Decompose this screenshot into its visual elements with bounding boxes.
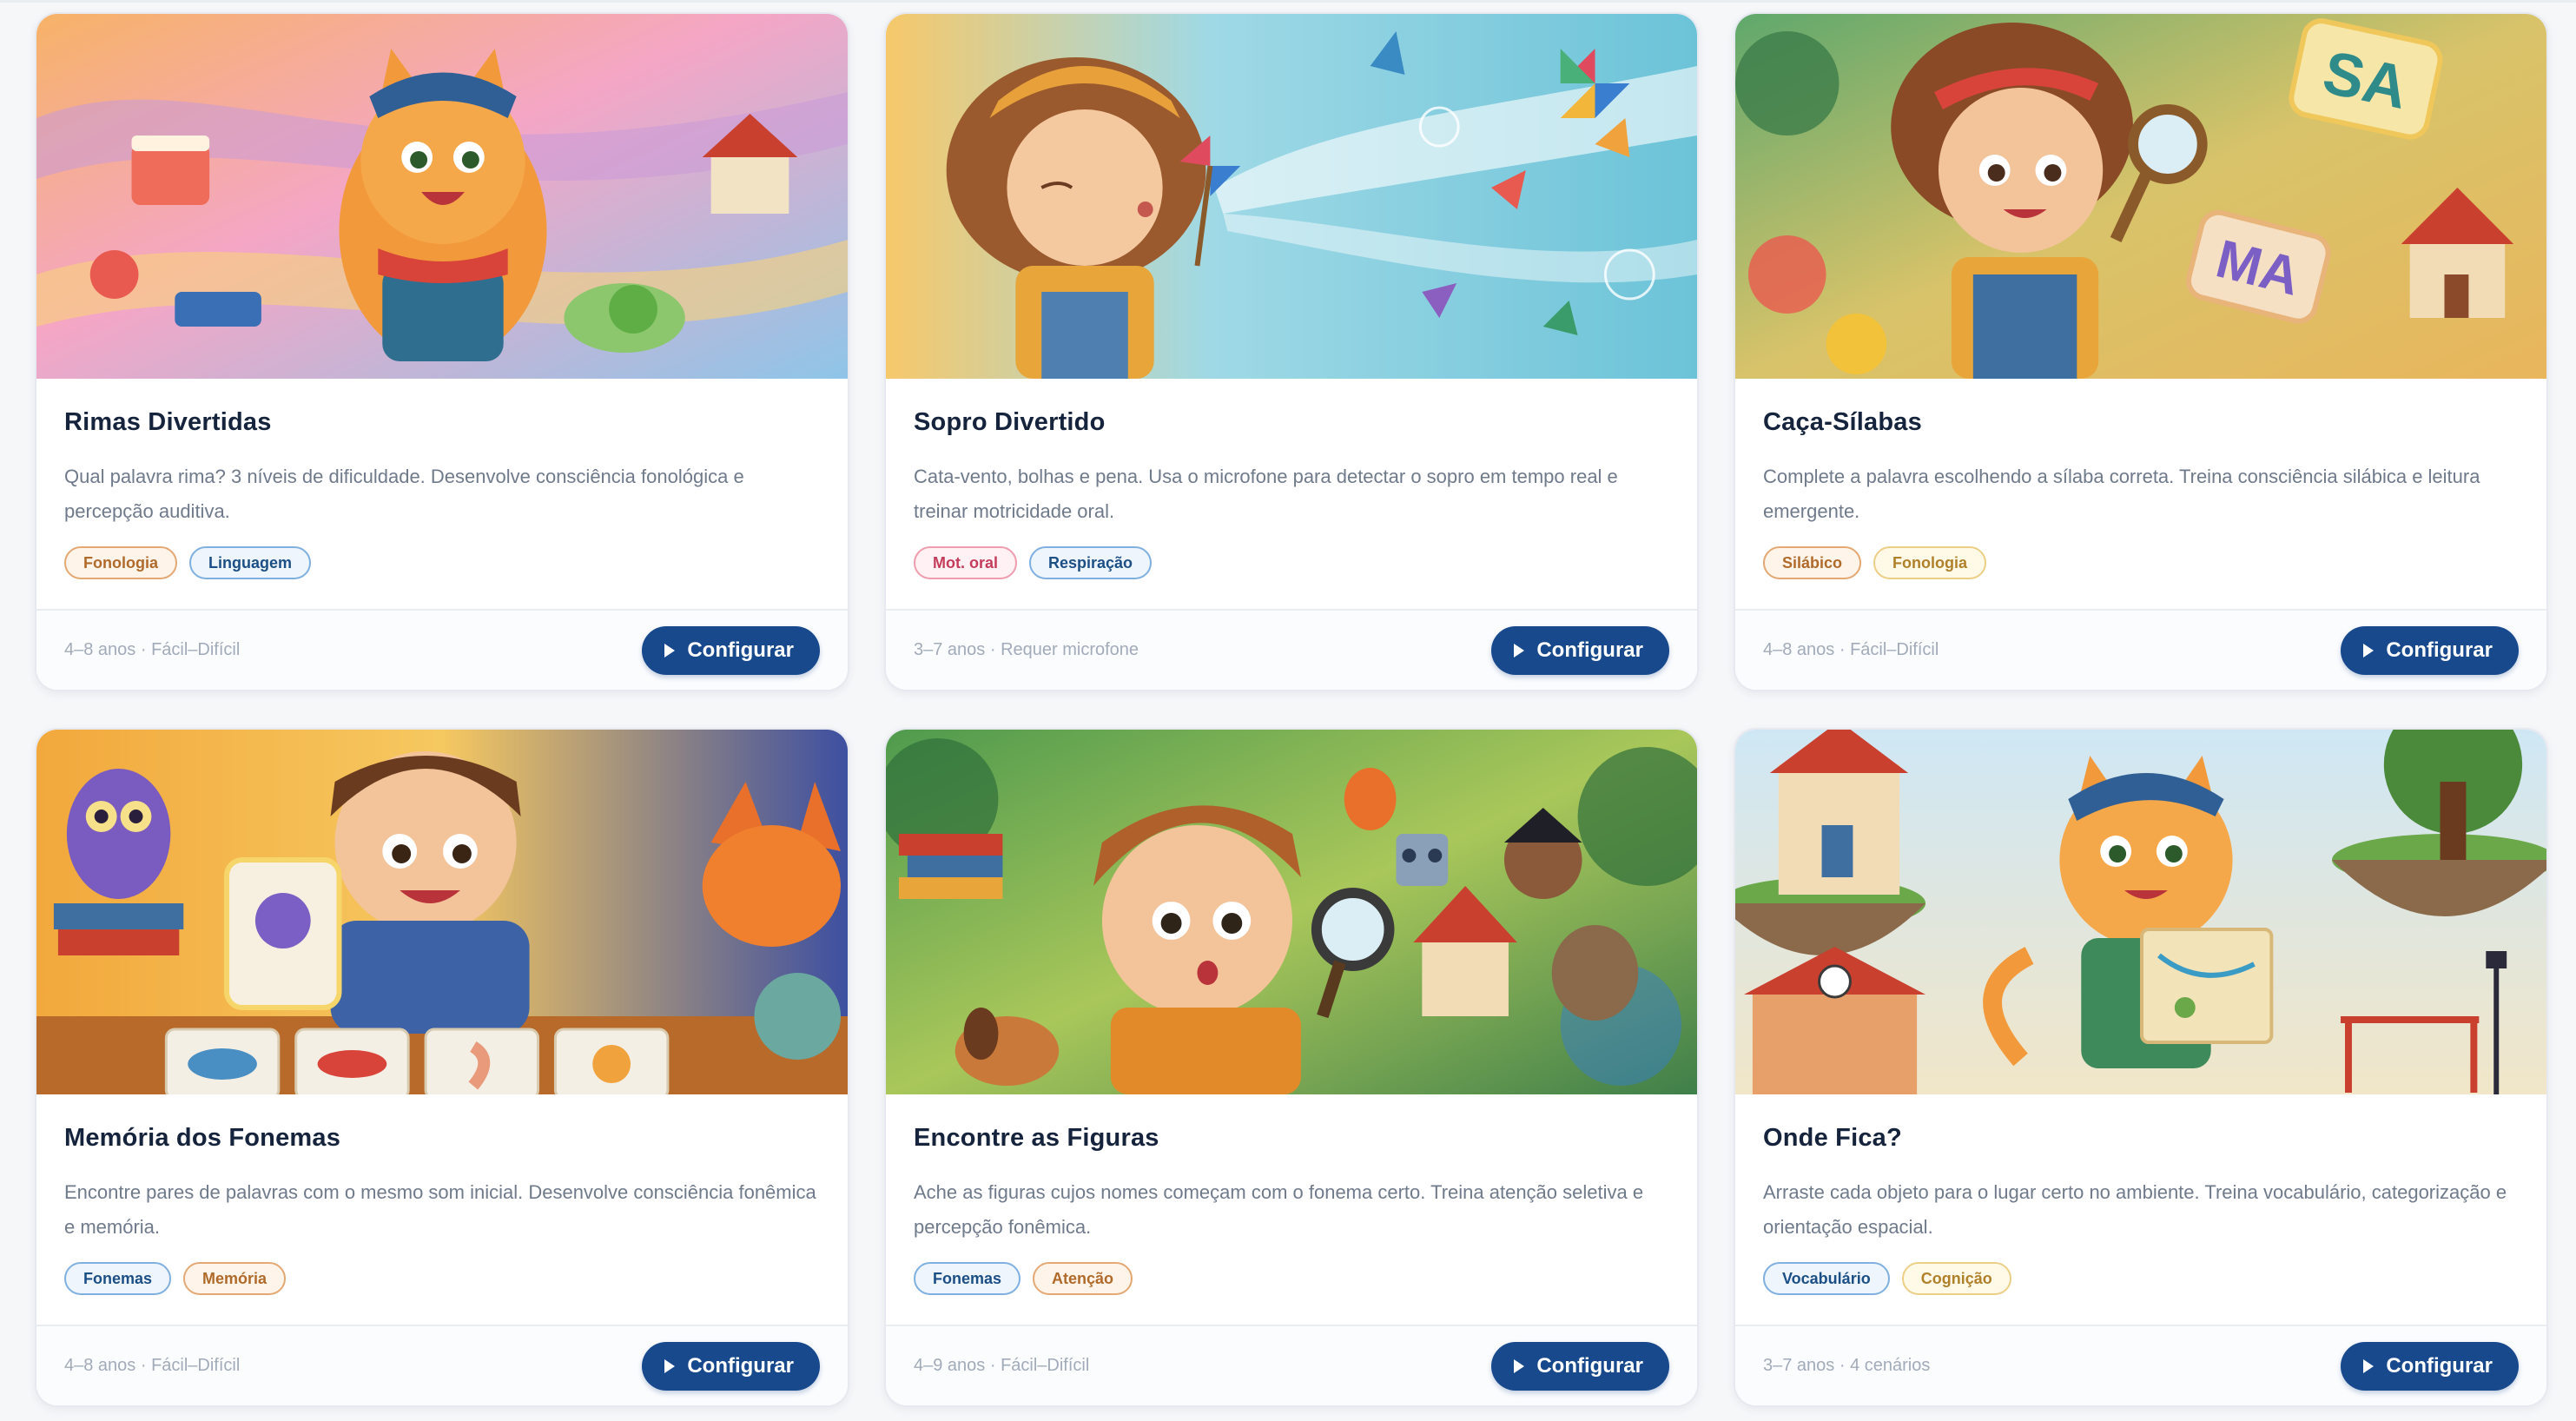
configure-button-label: Configurar bbox=[687, 638, 794, 662]
activity-card-sopro[interactable]: Sopro Divertido Cata-vento, bolhas e pen… bbox=[884, 12, 1699, 691]
tag: Linguagem bbox=[188, 546, 311, 579]
card-illustration bbox=[36, 730, 848, 1094]
card-description: Arraste cada objeto para o lugar certo n… bbox=[1763, 1181, 2507, 1238]
card-title: Sopro Divertido bbox=[914, 408, 1106, 436]
card-footer: 4–8 anos · Fácil–Difícil Configurar bbox=[1735, 609, 2546, 690]
configure-button-label: Configurar bbox=[2386, 638, 2493, 662]
card-footer: 3–7 anos · 4 cenários Configurar bbox=[1735, 1325, 2546, 1405]
configure-button-label: Configurar bbox=[687, 1353, 794, 1378]
card-meta: 3–7 anos · 4 cenários bbox=[1763, 1356, 1931, 1375]
tag: Fonemas bbox=[64, 1262, 172, 1295]
configure-button[interactable]: Configurar bbox=[642, 625, 820, 675]
card-meta: 4–8 anos · Fácil–Difícil bbox=[1763, 640, 1939, 659]
configure-button[interactable]: Configurar bbox=[2341, 625, 2519, 675]
tag-list: Mot. oral Respiração bbox=[914, 546, 1669, 579]
configure-button[interactable]: Configurar bbox=[1491, 625, 1669, 675]
card-title: Encontre as Figuras bbox=[914, 1124, 1159, 1152]
card-title: Caça-Sílabas bbox=[1763, 408, 1922, 436]
card-title: Memória dos Fonemas bbox=[64, 1124, 341, 1152]
configure-button[interactable]: Configurar bbox=[1491, 1341, 1669, 1391]
play-icon bbox=[664, 643, 676, 658]
tag-list: Fonologia Linguagem bbox=[64, 546, 820, 579]
card-illustration: SA MA bbox=[1735, 14, 2546, 379]
activity-card-encontre-figuras[interactable]: Encontre as Figuras Ache as figuras cujo… bbox=[884, 728, 1699, 1407]
tag: Vocabulário bbox=[1763, 1262, 1890, 1295]
tag: Mot. oral bbox=[914, 546, 1017, 579]
card-title: Onde Fica? bbox=[1763, 1124, 1902, 1152]
tag-list: Fonemas Memória bbox=[64, 1262, 820, 1295]
card-footer: 3–7 anos · Requer microfone Configurar bbox=[886, 609, 1697, 690]
activity-card-rimas[interactable]: Rimas Divertidas Qual palavra rima? 3 ní… bbox=[35, 12, 849, 691]
configure-button[interactable]: Configurar bbox=[2341, 1341, 2519, 1391]
card-footer: 4–8 anos · Fácil–Difícil Configurar bbox=[36, 609, 848, 690]
tag: Silábico bbox=[1763, 546, 1862, 579]
card-title: Rimas Divertidas bbox=[64, 408, 272, 436]
tag: Respiração bbox=[1029, 546, 1153, 579]
tag: Cognição bbox=[1901, 1262, 2011, 1295]
card-illustration bbox=[36, 14, 848, 379]
tag-list: Silábico Fonologia bbox=[1763, 546, 2519, 579]
play-icon bbox=[664, 1358, 676, 1373]
card-meta: 4–8 anos · Fácil–Difícil bbox=[64, 640, 241, 659]
card-illustration bbox=[886, 730, 1697, 1094]
activity-card-memoria-fonemas[interactable]: Memória dos Fonemas Encontre pares de pa… bbox=[35, 728, 849, 1407]
configure-button-label: Configurar bbox=[2386, 1353, 2493, 1378]
card-footer: 4–9 anos · Fácil–Difícil Configurar bbox=[886, 1325, 1697, 1405]
activity-card-onde-fica[interactable]: Onde Fica? Arraste cada objeto para o lu… bbox=[1734, 728, 2548, 1407]
activity-card-caca-silabas[interactable]: SA MA Caça-Sílabas Complete a palavra es… bbox=[1734, 12, 2548, 691]
tag: Memória bbox=[183, 1262, 287, 1295]
play-icon bbox=[2363, 1358, 2375, 1373]
play-icon bbox=[2363, 643, 2375, 658]
card-meta: 4–9 anos · Fácil–Difícil bbox=[914, 1356, 1090, 1375]
card-meta: 4–8 anos · Fácil–Difícil bbox=[64, 1356, 241, 1375]
card-description: Qual palavra rima? 3 níveis de dificulda… bbox=[64, 466, 744, 522]
play-icon bbox=[1514, 643, 1525, 658]
card-description: Encontre pares de palavras com o mesmo s… bbox=[64, 1181, 816, 1238]
tag: Atenção bbox=[1033, 1262, 1133, 1295]
card-meta: 3–7 anos · Requer microfone bbox=[914, 640, 1139, 659]
card-illustration bbox=[1735, 730, 2546, 1094]
tag: Fonologia bbox=[1873, 546, 1987, 579]
card-description: Cata-vento, bolhas e pena. Usa o microfo… bbox=[914, 466, 1618, 522]
configure-button[interactable]: Configurar bbox=[642, 1341, 820, 1391]
tag: Fonemas bbox=[914, 1262, 1021, 1295]
play-icon bbox=[1514, 1358, 1525, 1373]
configure-button-label: Configurar bbox=[1536, 638, 1643, 662]
card-footer: 4–8 anos · Fácil–Difícil Configurar bbox=[36, 1325, 848, 1405]
card-description: Complete a palavra escolhendo a sílaba c… bbox=[1763, 466, 2480, 522]
card-description: Ache as figuras cujos nomes começam com … bbox=[914, 1181, 1644, 1238]
card-illustration bbox=[886, 14, 1697, 379]
tag-list: Vocabulário Cognição bbox=[1763, 1262, 2519, 1295]
tag: Fonologia bbox=[64, 546, 177, 579]
tag-list: Fonemas Atenção bbox=[914, 1262, 1669, 1295]
configure-button-label: Configurar bbox=[1536, 1353, 1643, 1378]
activity-grid: Rimas Divertidas Qual palavra rima? 3 ní… bbox=[35, 12, 2548, 1407]
top-divider bbox=[0, 0, 2576, 3]
